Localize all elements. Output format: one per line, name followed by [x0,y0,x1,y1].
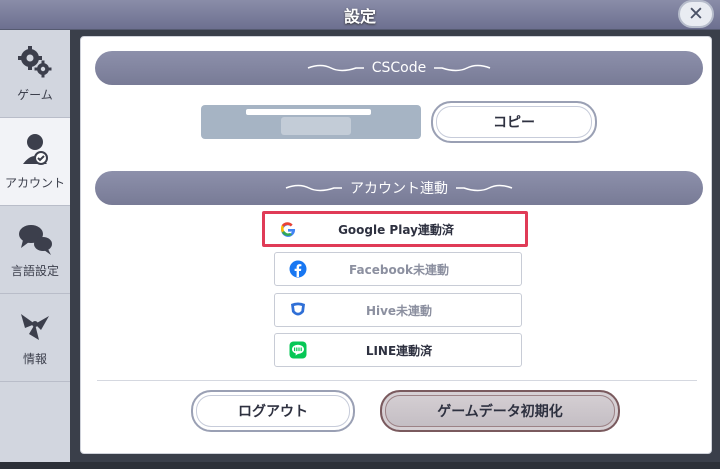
chat-bubbles-icon [19,225,52,255]
gears-icon [18,46,52,78]
line-link-label: LINE連動済 [365,343,433,358]
info-icon [21,314,49,340]
close-button[interactable]: ✕ [678,0,714,28]
ornament-right-icon [434,64,491,72]
google-icon [280,222,296,237]
account-link-header-label: アカウント連動 [350,181,448,197]
ornament-right-icon [456,184,513,192]
facebook-link-button[interactable]: Facebook未連動 [274,252,522,286]
settings-panel: CSCode コピー アカウント連動 Google Play連動済 Facebo… [80,36,712,454]
title-bar: 設定 ✕ [0,0,720,30]
cscode-value-field [201,105,421,139]
google-play-link-button[interactable]: Google Play連動済 [262,211,528,247]
account-link-header: アカウント連動 [95,171,703,205]
line-link-button[interactable]: LINE連動済 [274,333,522,367]
hive-link-label: Hive未連動 [365,303,433,318]
sidebar-item-account[interactable]: アカウント [0,118,70,206]
hive-link-button[interactable]: Hive未連動 [274,293,522,327]
sidebar-item-label: 言語設定 [10,264,59,278]
ornament-left-icon [307,64,364,72]
logout-button[interactable]: ログアウト [191,390,355,432]
facebook-link-label: Facebook未連動 [349,262,449,277]
facebook-icon [289,260,307,278]
google-play-link-label: Google Play連動済 [338,222,454,237]
sidebar: ゲーム アカウント 言語設定 情報 [0,30,70,462]
sidebar-item-label: 情報 [22,352,47,366]
sidebar-item-language[interactable]: 言語設定 [0,206,70,294]
copy-button[interactable]: コピー [431,101,597,143]
sidebar-item-label: アカウント [4,176,65,190]
hive-icon [291,302,305,316]
sidebar-item-label: ゲーム [17,88,53,102]
background-strip [0,462,720,469]
sidebar-item-info[interactable]: 情報 [0,294,70,382]
cscode-header: CSCode [95,51,703,85]
reset-game-data-button[interactable]: ゲームデータ初期化 [380,390,620,432]
page-title: 設定 [343,7,376,26]
line-icon [289,341,307,359]
user-check-icon [23,134,48,165]
cscode-header-label: CSCode [371,60,427,76]
sidebar-item-game[interactable]: ゲーム [0,30,70,118]
ornament-left-icon [285,184,342,192]
close-icon: ✕ [688,3,704,25]
divider [97,380,697,381]
